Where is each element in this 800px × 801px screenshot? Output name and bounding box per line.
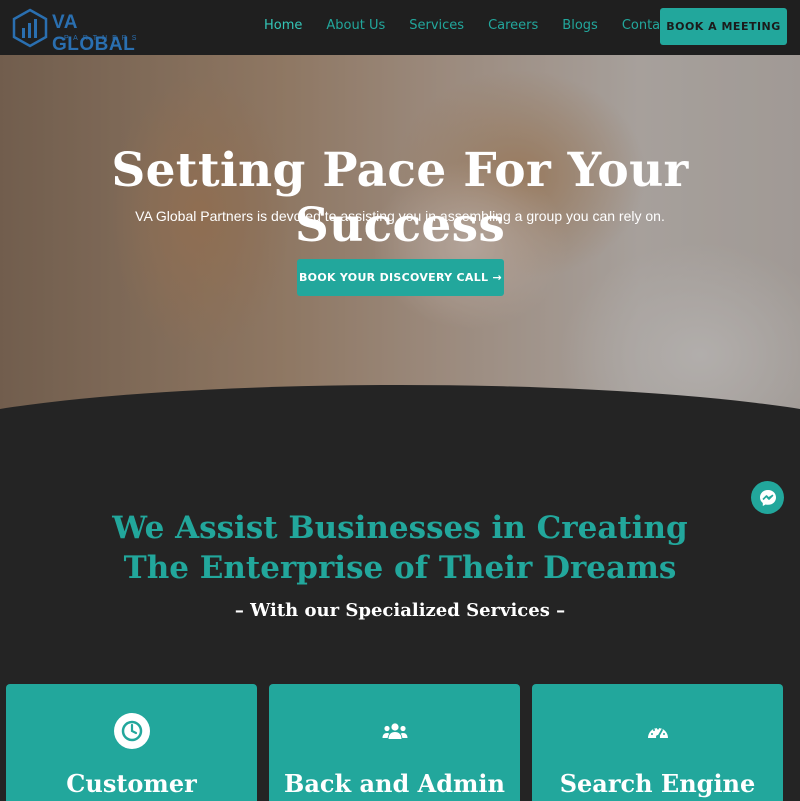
main-menu: Home About Us Services Careers Blogs Con… [264,18,696,33]
messenger-icon [759,489,776,506]
service-card-title: Customer [66,769,197,798]
service-card-search-engine[interactable]: Search Engine [532,684,783,801]
top-nav: VA GLOBAL PARTNERS Home About Us Service… [0,0,800,55]
services-heading: We Assist Businesses in Creating The Ent… [0,508,800,588]
services-subheading: – With our Specialized Services – [234,600,566,621]
hero-subtitle: VA Global Partners is devoted to assisti… [135,208,665,224]
service-card-title: Search Engine [559,769,756,798]
nav-blogs[interactable]: Blogs [562,18,598,33]
services-heading-line-1: We Assist Businesses in Creating [112,510,688,546]
services-heading-line-2: The Enterprise of Their Dreams [123,550,677,586]
users-icon [382,723,407,739]
book-meeting-button[interactable]: BOOK A MEETING [660,8,787,45]
nav-about-us[interactable]: About Us [326,18,385,33]
logo-mark-icon [12,8,48,48]
nav-services[interactable]: Services [409,18,464,33]
discovery-call-button[interactable]: BOOK YOUR DISCOVERY CALL → [297,259,504,296]
logo[interactable]: VA GLOBAL PARTNERS [12,8,152,55]
logo-subtext: PARTNERS [64,35,142,42]
speedometer-icon [647,727,668,739]
service-card-customer[interactable]: Customer [6,684,257,801]
service-card-back-admin[interactable]: Back and Admin [269,684,520,801]
hero: Setting Pace For Your Success VA Global … [0,55,800,417]
logo-name: VA GLOBAL [52,12,136,55]
hero-title: Setting Pace For Your Success [111,143,689,253]
nav-careers[interactable]: Careers [488,18,538,33]
service-card-title: Back and Admin [284,769,505,798]
nav-home[interactable]: Home [264,18,302,33]
clock-icon [113,713,150,749]
